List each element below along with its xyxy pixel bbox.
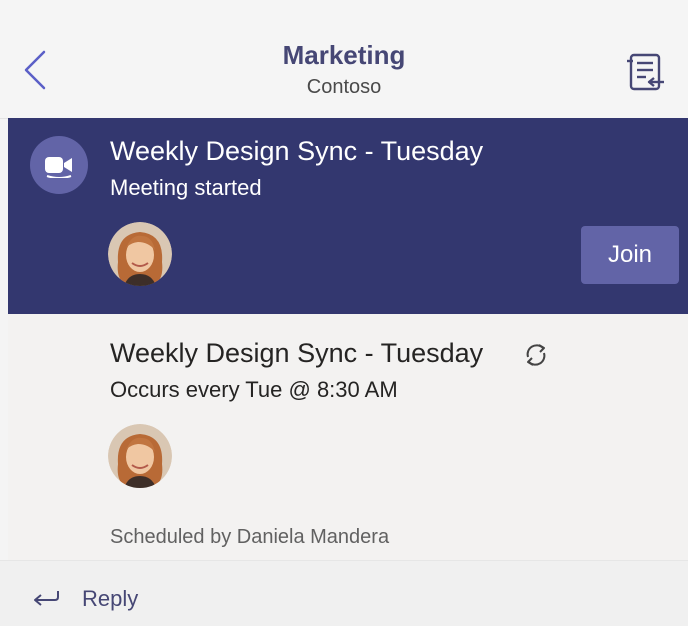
meeting-icon-badge xyxy=(30,136,88,194)
conversation-list-button[interactable] xyxy=(624,52,666,94)
reply-arrow-icon xyxy=(34,591,59,606)
join-button[interactable]: Join xyxy=(581,226,679,284)
scheduled-meeting-card[interactable]: Weekly Design Sync - Tuesday Occurs ever… xyxy=(8,314,688,560)
channel-title: Marketing xyxy=(282,40,406,70)
header-bar: Marketing Contoso xyxy=(0,0,688,119)
scheduled-by-text: Scheduled by Daniela Mandera xyxy=(110,526,390,548)
meeting-started-banner[interactable]: Weekly Design Sync - Tuesday Meeting sta… xyxy=(8,118,688,314)
team-subtitle: Contoso xyxy=(306,76,382,98)
reply-bar[interactable]: Reply xyxy=(0,560,688,626)
participant-avatar-image xyxy=(108,222,172,286)
header-titles: Marketing Contoso xyxy=(0,38,688,100)
repeat-icon xyxy=(526,344,546,366)
avatar[interactable] xyxy=(108,424,172,488)
avatar[interactable] xyxy=(108,222,172,286)
meeting-card-title: Weekly Design Sync - Tuesday xyxy=(110,338,484,368)
meeting-recurrence: Occurs every Tue @ 8:30 AM xyxy=(110,377,398,402)
video-camera-icon xyxy=(45,157,72,178)
conversation-list-icon xyxy=(627,53,664,91)
reply-button[interactable]: Reply xyxy=(82,585,138,613)
organizer-avatar-image xyxy=(108,424,172,488)
meeting-title: Weekly Design Sync - Tuesday xyxy=(110,136,484,166)
meeting-status: Meeting started xyxy=(110,175,262,200)
